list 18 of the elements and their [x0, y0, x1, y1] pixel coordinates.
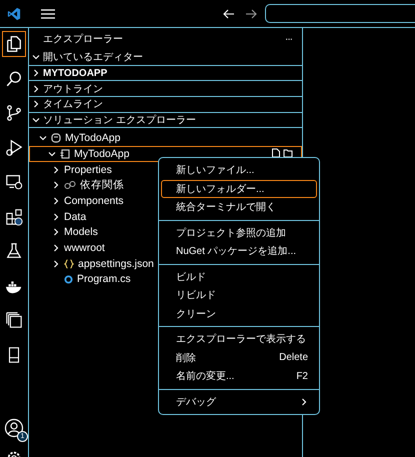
tree-item-label: wwwroot	[64, 242, 105, 254]
tree-item-label: Properties	[64, 164, 112, 176]
tree-item-label: MyTodoApp	[65, 132, 120, 144]
section-title: タイムライン	[43, 98, 103, 112]
section-title: ソリューション エクスプローラー	[43, 114, 196, 128]
tree-item-label: Program.cs	[77, 273, 131, 286]
section-title: 開いているエディター	[43, 51, 143, 64]
tree-item-label: appsettings.json	[78, 258, 154, 270]
section-title: MYTODOAPP	[43, 68, 108, 79]
tree-item-label: Models	[64, 226, 98, 238]
sidebar-title: エクスプローラー	[43, 32, 123, 46]
tree-item-label: Data	[64, 210, 86, 223]
shortcut-label: Delete	[279, 352, 308, 364]
section-title: アウトライン	[43, 82, 103, 96]
shortcut-label: F2	[296, 370, 308, 382]
tree-item-label: Components	[64, 195, 124, 208]
tree-item-label: MyTodoApp	[74, 148, 130, 160]
tree-item-label: 依存関係	[80, 178, 124, 192]
